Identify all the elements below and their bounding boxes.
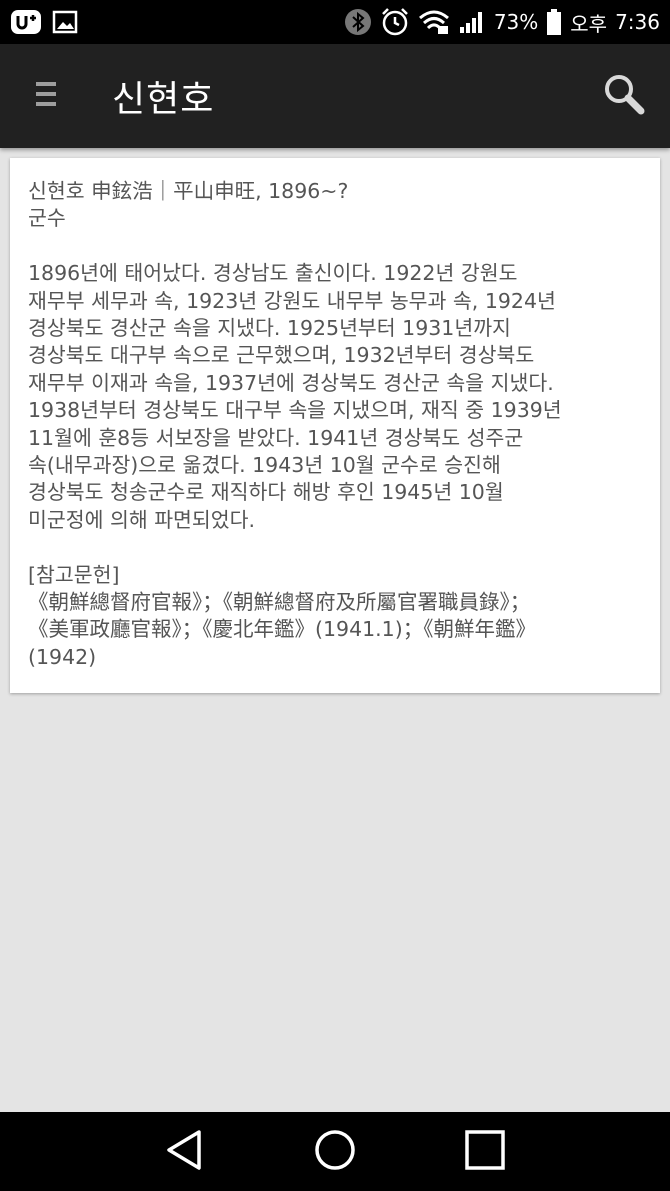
references-label: [참고문헌] [28,562,120,587]
clock-text: 7:36 [615,10,660,34]
menu-icon [35,79,57,113]
status-bar: 73% 오후 7:36 [0,0,670,44]
menu-button[interactable] [0,44,92,148]
battery-percent: 73% [493,10,539,34]
back-icon [163,1128,207,1176]
entry-role: 군수 [28,206,66,231]
entry-card: 신현호 申鉉浩｜平山申旺, 1896~? 군수 1896년에 태어났다. 경상남… [10,158,660,693]
navigation-bar [0,1112,670,1191]
back-button[interactable] [155,1122,215,1182]
app-bar: 신현호 [0,44,670,148]
entry-body: 1896년에 태어났다. 경상남도 출신이다. 1922년 강원도 재무부 세무… [28,261,562,532]
ampm-text: 오후 [570,11,608,36]
status-right: 73% 오후 7:36 [344,7,660,37]
status-left [10,8,78,36]
page-title: 신현호 [112,79,215,120]
home-button[interactable] [305,1122,365,1182]
references-list: 《朝鮮總督府官報》；《朝鮮總督府及所屬官署職員錄》； 《美軍政廳官報》；《慶北年… [28,590,536,669]
home-icon [313,1128,357,1176]
bluetooth-icon [344,8,372,36]
entry-heading: 신현호 申鉉浩｜平山申旺, 1896~? [28,179,349,203]
signal-icon [458,9,486,35]
recents-button[interactable] [455,1122,515,1182]
search-button[interactable] [578,44,670,148]
image-icon [52,10,78,34]
recents-icon [463,1128,507,1176]
uplus-icon [10,8,42,36]
wifi-icon [418,8,450,36]
battery-icon [546,8,562,36]
alarm-icon [380,7,410,37]
search-icon [602,72,646,120]
